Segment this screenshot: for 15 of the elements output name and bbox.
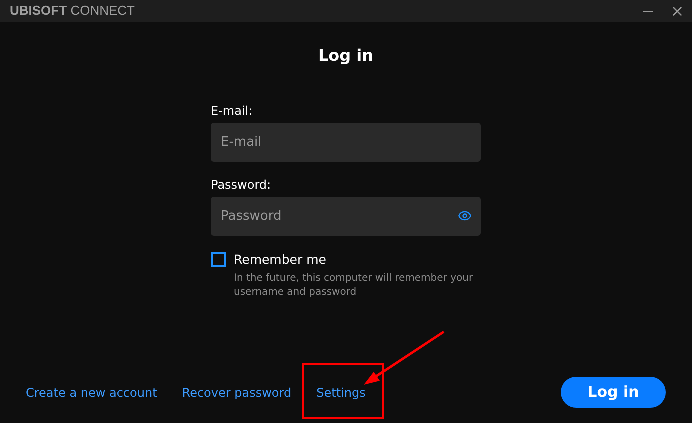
password-field[interactable]: Password xyxy=(211,197,481,236)
minimize-icon xyxy=(643,10,653,12)
page-heading: Log in xyxy=(318,45,374,67)
field-label: E-mail: xyxy=(211,103,254,120)
footer-link[interactable]: Settings xyxy=(316,384,366,402)
field-label: Password: xyxy=(211,177,272,194)
show-password-icon[interactable] xyxy=(458,209,472,223)
remember-checkbox[interactable] xyxy=(211,252,226,267)
footer-link[interactable]: Create a new account xyxy=(26,384,158,402)
window-title: UBISOFT CONNECT xyxy=(10,2,135,20)
footer-link[interactable]: Recover password xyxy=(182,384,292,402)
remember-label: Remember me xyxy=(234,251,328,269)
remember-hint: In the future, this computer will remember your username and password xyxy=(234,272,474,300)
login-button[interactable]: Log in xyxy=(561,377,666,408)
email-field[interactable]: E-mail xyxy=(211,123,481,162)
